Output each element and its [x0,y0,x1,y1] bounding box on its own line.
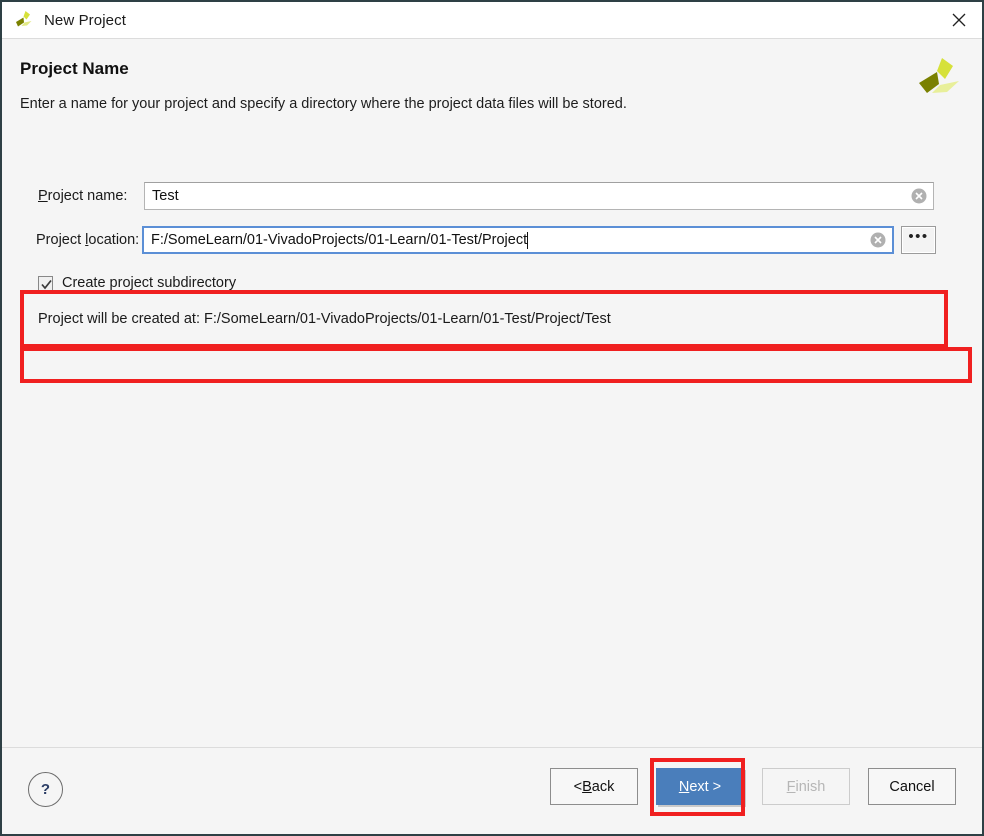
new-project-dialog: New Project Project Name Enter a name fo… [0,0,984,836]
title-bar: New Project [2,2,982,39]
footer-bar: ? < Back Next > Finish Cancel [2,747,982,834]
checkmark-icon [41,279,52,289]
finish-button: Finish [762,768,850,805]
text-caret [527,231,529,249]
next-button[interactable]: Next > [656,768,744,805]
project-name-row: Project name: Test [26,181,934,211]
project-location-row: Project location: F:/SomeLearn/01-Vivado… [26,225,936,255]
project-location-value: F:/SomeLearn/01-VivadoProjects/01-Learn/… [151,232,528,248]
cancel-button[interactable]: Cancel [868,768,956,805]
help-question-icon: ? [40,781,51,798]
project-location-input[interactable]: F:/SomeLearn/01-VivadoProjects/01-Learn/… [142,226,894,254]
header-area: Project Name Enter a name for your proje… [2,39,982,125]
project-name-value: Test [152,188,179,204]
page-title: Project Name [20,59,129,78]
project-location-label: Project location: [36,232,140,248]
browse-ellipsis-icon: ••• [908,228,929,245]
dialog-body: Project name: Test Project location: F:/… [2,125,982,748]
project-created-at-text: Project will be created at: F:/SomeLearn… [38,311,611,327]
annotation-box-project-location [20,347,972,383]
checkbox-box[interactable] [38,275,53,291]
close-icon[interactable] [936,2,982,37]
vivado-logo-icon [16,11,32,27]
back-button[interactable]: < Back [550,768,638,805]
xilinx-logo-icon [919,58,959,93]
clear-circle-icon[interactable] [870,232,886,248]
clear-circle-icon[interactable] [911,188,927,204]
window-title: New Project [44,11,126,29]
project-name-input[interactable]: Test [144,182,934,210]
browse-button[interactable]: ••• [901,226,936,254]
help-button[interactable]: ? [28,772,63,807]
page-subtitle: Enter a name for your project and specif… [20,96,627,112]
dialog-button-bar: < Back Next > Finish Cancel [550,768,956,805]
project-name-label: Project name: [38,188,128,204]
create-subdirectory-checkbox[interactable]: Create project subdirectory [38,275,236,291]
create-subdirectory-label: Create project subdirectory [62,275,237,291]
